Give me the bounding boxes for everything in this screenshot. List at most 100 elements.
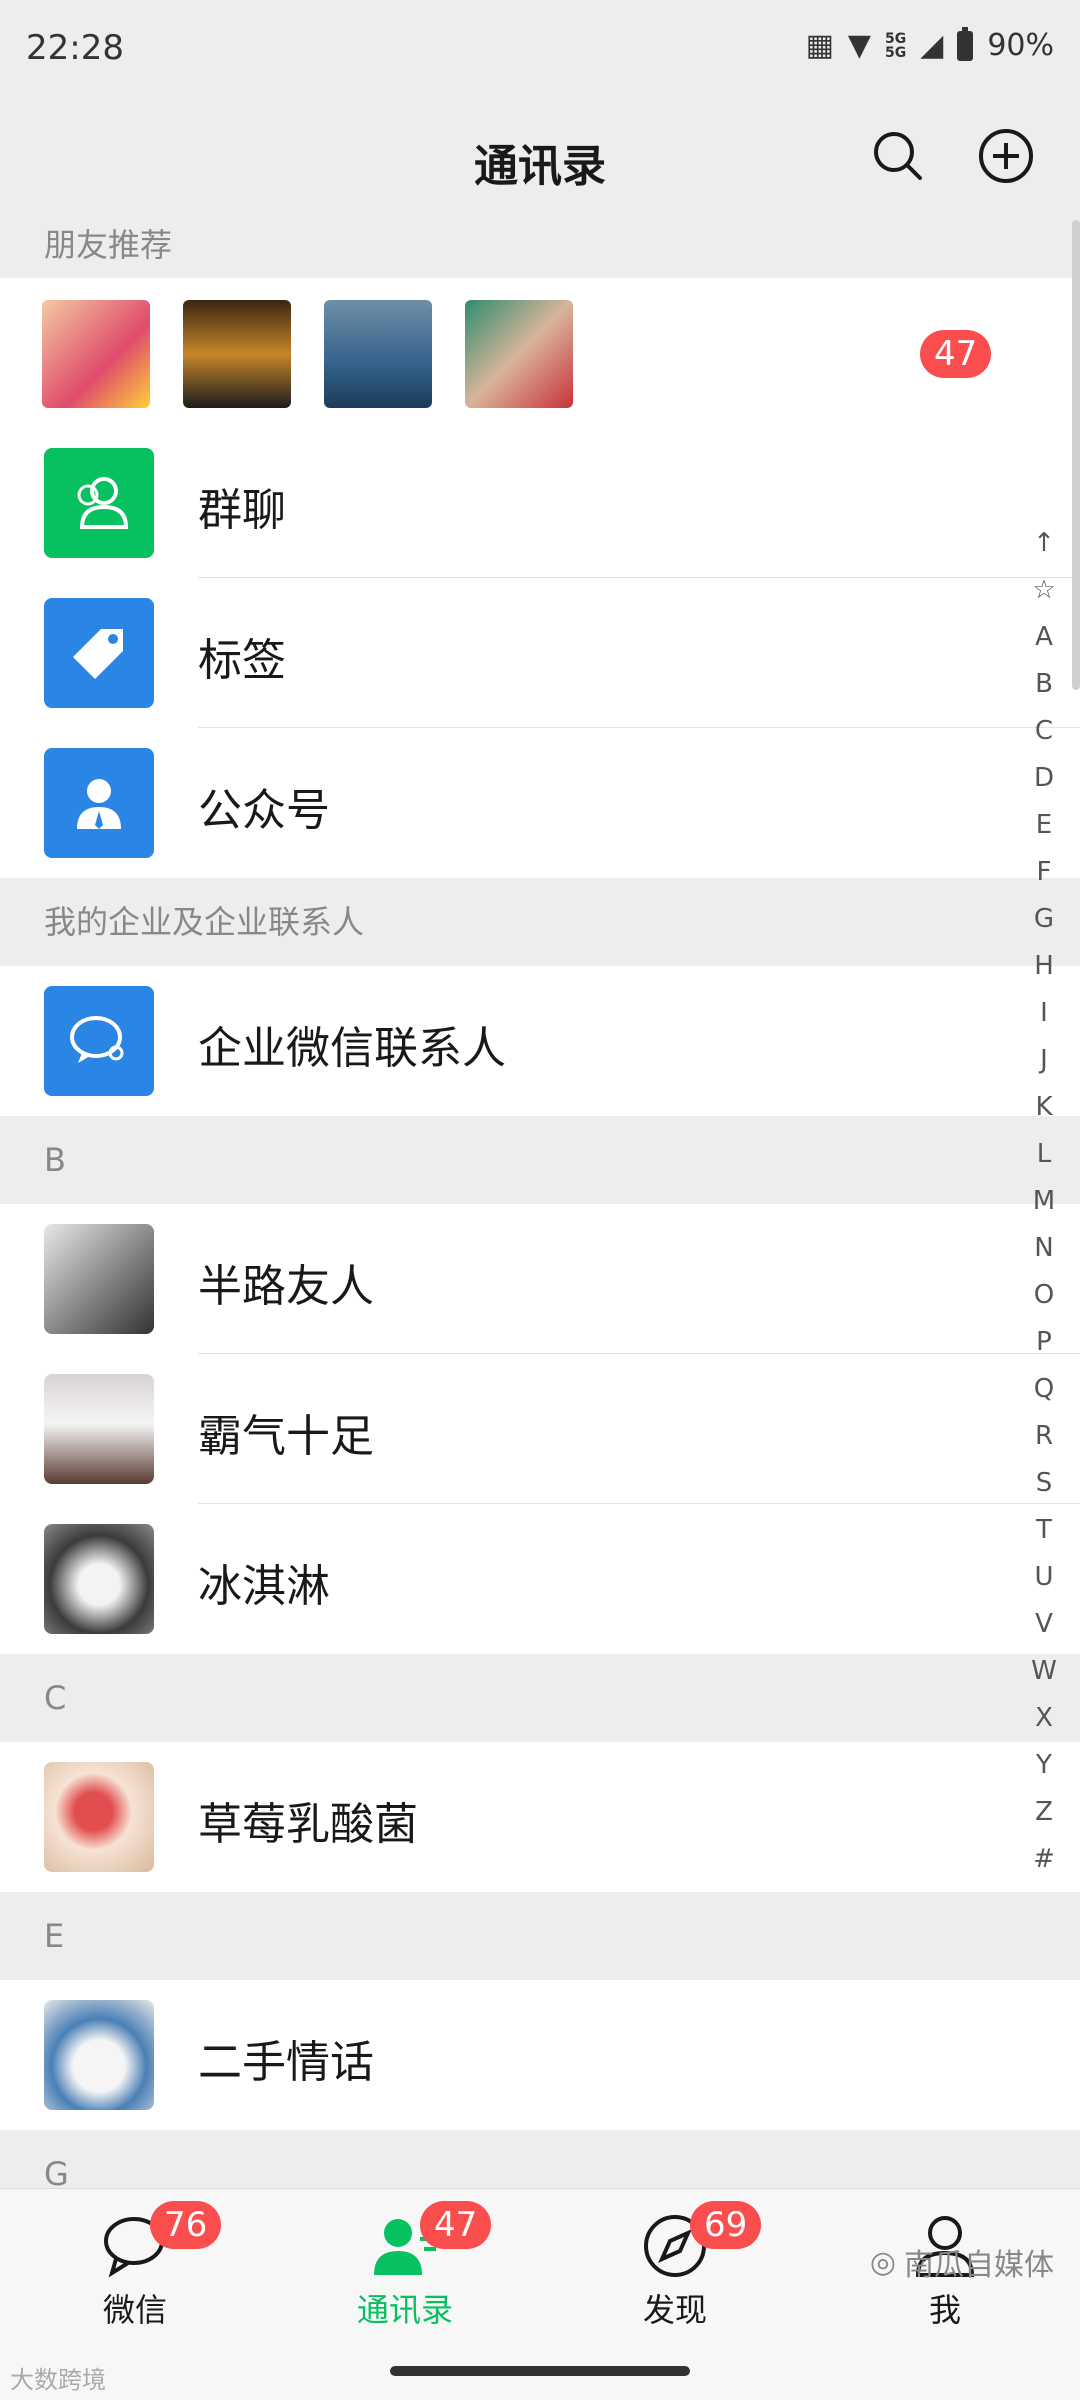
section-header-recommend: 朋友推荐 <box>0 212 1080 278</box>
contact-avatar <box>44 1762 154 1872</box>
contact-row[interactable]: 冰淇淋 <box>0 1504 1080 1654</box>
menu-label: 企业微信联系人 <box>198 1023 506 1074</box>
add-icon[interactable] <box>976 126 1036 186</box>
tab-label: 我 <box>928 2291 961 2329</box>
tab-badge: 69 <box>690 2201 762 2249</box>
signal-icon: ◢ <box>920 28 944 63</box>
tab-label: 通讯录 <box>356 2291 453 2329</box>
status-bar: 22:28 ▦ ▼ 5G 5G ◢ 90% <box>0 0 1080 100</box>
section-header-g: G <box>0 2130 1080 2193</box>
menu-label: 标签 <box>198 635 286 686</box>
index-letter[interactable]: Y <box>1036 1742 1052 1789</box>
index-letter[interactable]: K <box>1035 1084 1052 1131</box>
index-letter[interactable]: Q <box>1034 1366 1054 1413</box>
wecom-icon <box>44 986 154 1096</box>
tab-label: 发现 <box>642 2291 707 2329</box>
menu-item-tags[interactable]: 标签 <box>0 578 1080 728</box>
menu-label: 公众号 <box>198 785 330 836</box>
official-account-icon <box>44 748 154 858</box>
contact-avatar <box>44 1524 154 1634</box>
menu-label: 群聊 <box>198 485 286 536</box>
contact-name: 草莓乳酸菌 <box>198 1799 418 1850</box>
recommend-avatar <box>42 300 150 408</box>
group-chat-icon <box>44 448 154 558</box>
index-letter[interactable]: D <box>1034 755 1054 802</box>
scrollbar[interactable] <box>1072 220 1080 690</box>
contact-name: 霸气十足 <box>198 1411 374 1462</box>
index-letter[interactable]: # <box>1033 1836 1055 1883</box>
contact-name: 冰淇淋 <box>198 1561 330 1612</box>
recommend-avatar <box>324 300 432 408</box>
tab-label: 微信 <box>102 2291 167 2329</box>
index-letter[interactable]: J <box>1040 1037 1048 1084</box>
section-header-enterprise: 我的企业及企业联系人 <box>0 878 1080 966</box>
friend-recommend-row[interactable]: 47 <box>0 278 1080 428</box>
watermark-right: ◎ 南瓜自媒体 <box>870 2240 1054 2284</box>
index-letter[interactable]: Z <box>1035 1789 1053 1836</box>
contact-name: 二手情话 <box>198 2037 374 2088</box>
battery-icon <box>957 26 974 61</box>
tab-discover[interactable]: 69 发现 <box>540 2189 810 2339</box>
search-icon[interactable] <box>868 126 928 186</box>
network-bottom-label: 5G <box>885 44 907 61</box>
index-letter[interactable]: A <box>1035 614 1053 661</box>
contact-avatar <box>44 1224 154 1334</box>
recommend-avatar <box>465 300 573 408</box>
contact-avatar <box>44 2000 154 2110</box>
tag-icon <box>44 598 154 708</box>
nfc-icon: ▦ <box>805 28 834 63</box>
alphabet-index[interactable]: ↑ ☆ A B C D E F G H I J K L M N O P Q R … <box>1022 520 1066 1883</box>
battery-percent: 90% <box>987 28 1054 63</box>
tab-chats[interactable]: 76 微信 <box>0 2189 270 2339</box>
status-time: 22:28 <box>26 28 124 68</box>
index-letter[interactable]: M <box>1033 1178 1055 1225</box>
index-letter[interactable]: N <box>1034 1225 1053 1272</box>
index-letter[interactable]: T <box>1036 1507 1052 1554</box>
menu-item-group-chat[interactable]: 群聊 <box>0 428 1080 578</box>
status-icons: ▦ ▼ 5G 5G ◢ 90% <box>805 26 1054 63</box>
home-indicator[interactable] <box>390 2366 690 2376</box>
index-letter[interactable]: V <box>1035 1601 1053 1648</box>
index-letter[interactable]: O <box>1034 1272 1054 1319</box>
section-header-c: C <box>0 1654 1080 1742</box>
menu-item-wecom-contacts[interactable]: 企业微信联系人 <box>0 966 1080 1116</box>
index-letter[interactable]: H <box>1034 943 1054 990</box>
index-letter[interactable]: C <box>1035 708 1053 755</box>
recommend-avatar <box>183 300 291 408</box>
index-letter[interactable]: P <box>1036 1319 1052 1366</box>
index-letter[interactable]: S <box>1036 1460 1053 1507</box>
contact-row[interactable]: 霸气十足 <box>0 1354 1080 1504</box>
network-indicator: 5G 5G <box>885 32 906 60</box>
tab-badge: 76 <box>150 2201 222 2249</box>
section-header-e: E <box>0 1892 1080 1980</box>
wechat-logo-icon: ◎ <box>869 2244 896 2280</box>
recommend-badge: 47 <box>920 330 992 378</box>
index-letter[interactable]: X <box>1035 1695 1053 1742</box>
contact-row[interactable]: 半路友人 <box>0 1204 1080 1354</box>
wifi-icon: ▼ <box>847 28 871 63</box>
index-letter[interactable]: W <box>1031 1648 1057 1695</box>
nav-bar: 通讯录 <box>0 100 1080 210</box>
index-letter[interactable]: L <box>1037 1131 1052 1178</box>
home-bar <box>0 2338 1080 2400</box>
index-letter[interactable]: E <box>1036 802 1052 849</box>
index-letter[interactable]: B <box>1035 661 1053 708</box>
menu-item-official-accounts[interactable]: 公众号 <box>0 728 1080 878</box>
tab-contacts[interactable]: 47 通讯录 <box>270 2189 540 2339</box>
section-header-b: B <box>0 1116 1080 1204</box>
index-letter[interactable]: ↑ <box>1033 520 1055 567</box>
index-letter[interactable]: G <box>1034 896 1054 943</box>
contact-avatar <box>44 1374 154 1484</box>
contact-name: 半路友人 <box>198 1261 374 1312</box>
contact-row[interactable]: 二手情话 <box>0 1980 1080 2130</box>
tab-badge: 47 <box>420 2201 492 2249</box>
index-letter[interactable]: ☆ <box>1032 567 1055 614</box>
index-letter[interactable]: F <box>1037 849 1052 896</box>
watermark-text: 南瓜自媒体 <box>904 2248 1054 2283</box>
index-letter[interactable]: I <box>1040 990 1048 1037</box>
network-top-label: 5G <box>885 30 907 47</box>
watermark-left: 大数跨境 <box>10 2366 106 2394</box>
index-letter[interactable]: U <box>1034 1554 1053 1601</box>
index-letter[interactable]: R <box>1035 1413 1053 1460</box>
contact-row[interactable]: 草莓乳酸菌 <box>0 1742 1080 1892</box>
